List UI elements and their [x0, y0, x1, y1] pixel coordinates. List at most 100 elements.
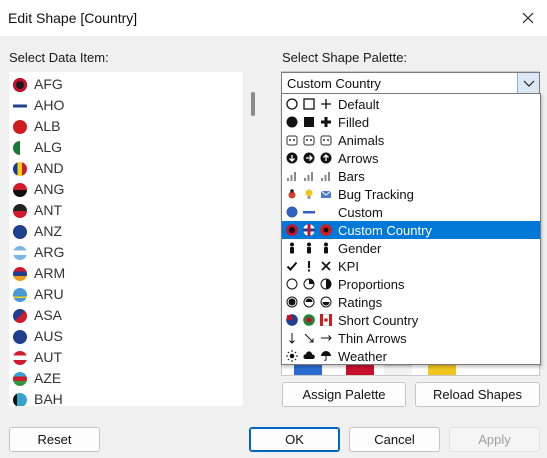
shape-palette-dropdown[interactable]: Default Filled Animals Arrows Bars Bug Tracki… [281, 93, 541, 365]
palette-option-label: Bars [338, 169, 365, 184]
alg-flag-icon [13, 141, 27, 155]
palette-option[interactable]: Bug Tracking [282, 185, 540, 203]
bug-icon [286, 188, 298, 200]
ok-button[interactable]: OK [249, 427, 340, 452]
window-title: Edit Shape [Country] [8, 10, 138, 26]
list-item[interactable]: ALG [9, 137, 239, 158]
list-item-label: ANG [34, 181, 65, 197]
list-item[interactable]: AFG [9, 74, 239, 95]
cancel-label: Cancel [374, 432, 415, 447]
list-item[interactable]: ARM [9, 263, 239, 284]
assign-palette-label: Assign Palette [302, 387, 386, 402]
palette-option[interactable]: Custom Country [282, 221, 540, 239]
list-item-label: AUT [34, 349, 62, 365]
palette-option-label: Default [338, 97, 380, 112]
apply-button[interactable]: Apply [449, 427, 540, 452]
reset-button[interactable]: Reset [9, 427, 100, 452]
palette-option[interactable]: Proportions [282, 275, 540, 293]
palette-option[interactable]: Default [282, 95, 540, 113]
plus-icon [320, 98, 332, 110]
aus-flag-icon [13, 330, 27, 344]
bulb-icon [303, 188, 315, 200]
list-item[interactable]: AHO [9, 95, 239, 116]
assign-palette-button[interactable]: Assign Palette [282, 382, 406, 407]
reload-shapes-button[interactable]: Reload Shapes [415, 382, 540, 407]
title-bar: Edit Shape [Country] [0, 0, 547, 36]
list-item-label: ASA [34, 307, 63, 323]
palette-option[interactable]: Thin Arrows [282, 329, 540, 347]
thin-arrow-diag-icon [303, 332, 315, 344]
list-item-label: AND [34, 160, 64, 176]
circle-empty-icon [286, 278, 298, 290]
palette-option-label: Bug Tracking [338, 187, 414, 202]
cloud-icon [303, 350, 315, 362]
palette-option[interactable]: Bars [282, 167, 540, 185]
list-item[interactable]: ARG [9, 242, 239, 263]
shape-preview-strip [294, 365, 322, 375]
list-item-label: ARU [34, 286, 64, 302]
palette-option-label: Short Country [338, 313, 419, 328]
afg-flag-icon [286, 224, 298, 236]
aus-flag-icon [286, 314, 298, 326]
palette-option[interactable]: Ratings [282, 293, 540, 311]
list-item[interactable]: ARU [9, 284, 239, 305]
bars-icon [320, 170, 332, 182]
palette-option[interactable]: Custom [282, 203, 540, 221]
list-item[interactable]: ANZ [9, 221, 239, 242]
reset-label: Reset [37, 432, 72, 447]
list-item-label: ALB [34, 118, 61, 134]
palette-option-label: Ratings [338, 295, 383, 310]
list-item-label: ANZ [34, 223, 62, 239]
rating-full-icon [286, 296, 298, 308]
animal-icon [286, 134, 298, 146]
animal-icon [320, 134, 332, 146]
palette-option[interactable]: Gender [282, 239, 540, 257]
reload-shapes-label: Reload Shapes [433, 387, 522, 402]
shape-palette-select[interactable]: Custom Country [281, 72, 540, 94]
list-item[interactable]: BAH [9, 389, 239, 407]
list-item-label: BAH [34, 391, 63, 407]
shape-preview-strip [346, 365, 374, 375]
cancel-button[interactable]: Cancel [349, 427, 440, 452]
thin-arrow-down-icon [286, 332, 298, 344]
palette-option[interactable]: Animals [282, 131, 540, 149]
palette-option[interactable]: Short Country [282, 311, 540, 329]
shape-palette-selected: Custom Country [287, 76, 381, 91]
palette-option[interactable]: Filled [282, 113, 540, 131]
palette-option-label: Thin Arrows [338, 331, 407, 346]
list-item[interactable]: ASA [9, 305, 239, 326]
list-item-label: AZE [34, 370, 62, 386]
palette-option[interactable]: KPI [282, 257, 540, 275]
palette-option[interactable]: Arrows [282, 149, 540, 167]
list-item[interactable]: ALB [9, 116, 239, 137]
list-item-label: AFG [34, 76, 63, 92]
list-item[interactable]: AUS [9, 326, 239, 347]
list-item-label: ALG [34, 139, 63, 155]
sun-icon [286, 350, 298, 362]
aho-flag-icon [303, 224, 315, 236]
list-item[interactable]: AUT [9, 347, 239, 368]
palette-option-label: Animals [338, 133, 385, 148]
alb-flag-icon [13, 120, 27, 134]
person-icon [320, 242, 332, 254]
close-icon[interactable] [517, 7, 539, 29]
data-item-list[interactable]: AFG AHO ALB ALG AND ANG ANT ANZ ARG ARM ARU ASA AUS A… [8, 71, 244, 407]
list-item[interactable]: ANT [9, 200, 239, 221]
aho-flag-icon [13, 99, 27, 113]
x-icon [320, 260, 332, 272]
list-item[interactable]: AZE [9, 368, 239, 389]
arrow-down-circle-icon [286, 152, 298, 164]
list-scrollbar-thumb[interactable] [251, 92, 255, 116]
list-item[interactable]: ANG [9, 179, 239, 200]
animal-icon [303, 134, 315, 146]
blue-dash-icon [303, 206, 315, 218]
list-item[interactable]: AND [9, 158, 239, 179]
ok-label: OK [285, 432, 304, 447]
bah-flag-icon [13, 393, 27, 406]
rating-low-icon [320, 296, 332, 308]
plus-bold-icon [320, 116, 332, 128]
palette-option-label: Gender [338, 241, 382, 256]
chevron-down-icon[interactable] [517, 73, 539, 93]
list-item-label: AUS [34, 328, 63, 344]
palette-option[interactable]: Weather [282, 347, 540, 365]
